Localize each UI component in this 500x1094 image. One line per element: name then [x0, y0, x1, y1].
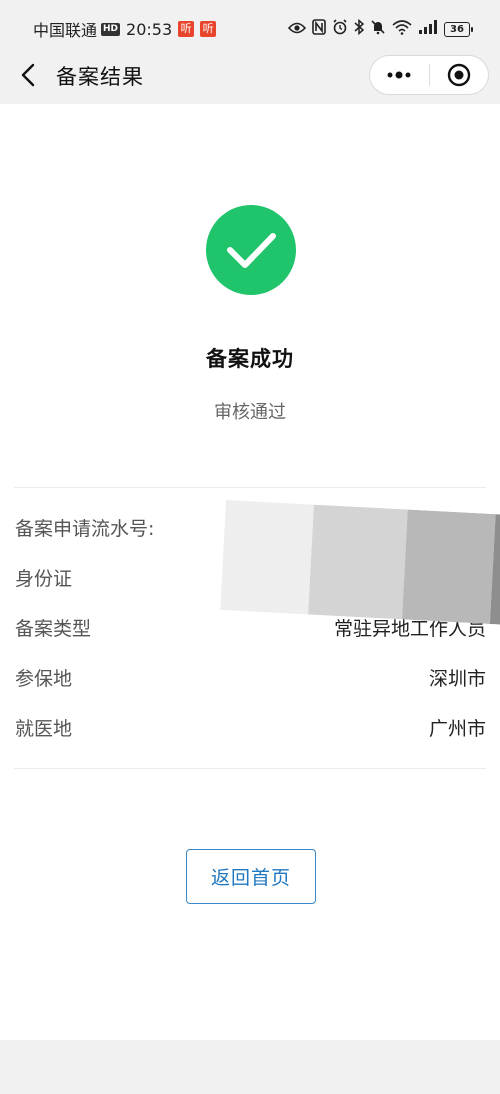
eye-icon: [287, 20, 307, 39]
nfc-icon: [312, 19, 326, 39]
notification-app-icon: 听: [178, 21, 195, 37]
back-button[interactable]: [12, 59, 44, 91]
battery-icon: 36: [444, 21, 473, 37]
notification-app-icon-2: 听: [200, 21, 217, 37]
detail-row-insured-city: 参保地 深圳市: [15, 662, 486, 692]
target-close-icon: [447, 63, 470, 87]
status-left: 中国联通 HD 20:53 听 听: [33, 18, 217, 40]
clock-time: 20:53: [126, 19, 173, 39]
redacted-block: [220, 500, 500, 626]
check-circle-icon: [205, 204, 297, 296]
status-right: 36: [287, 18, 473, 40]
result-status: 审核通过: [214, 402, 286, 423]
detail-row-medical-city: 就医地 广州市: [15, 712, 486, 742]
return-home-button[interactable]: 返回首页: [186, 849, 316, 904]
chevron-left-icon: [21, 63, 35, 87]
bluetooth-icon: [354, 18, 365, 39]
detail-value: 深圳市: [428, 667, 486, 690]
alarm-icon: [332, 19, 348, 39]
hd-icon: HD: [101, 22, 121, 36]
divider-bottom: [14, 768, 486, 769]
detail-label: 备案类型: [15, 617, 92, 640]
close-mini-program-button[interactable]: [429, 56, 488, 94]
signal-icon: [418, 19, 438, 39]
carrier-name: 中国联通: [33, 21, 98, 40]
detail-label: 就医地: [15, 717, 73, 740]
mute-bell-icon: [370, 19, 386, 39]
mini-program-capsule: [369, 55, 489, 95]
page-title: 备案结果: [56, 65, 144, 89]
bottom-bar: [0, 1040, 500, 1094]
detail-label: 身份证: [15, 567, 73, 590]
more-dots-icon: [387, 71, 411, 79]
divider-top: [14, 487, 486, 488]
more-button[interactable]: [370, 56, 429, 94]
nav-bar: 备案结果: [0, 47, 500, 104]
detail-value: 广州市: [428, 717, 486, 740]
result-title: 备案成功: [206, 347, 294, 371]
detail-label: 参保地: [15, 667, 73, 690]
detail-label: 备案申请流水号:: [15, 517, 155, 540]
wifi-icon: [392, 19, 412, 39]
